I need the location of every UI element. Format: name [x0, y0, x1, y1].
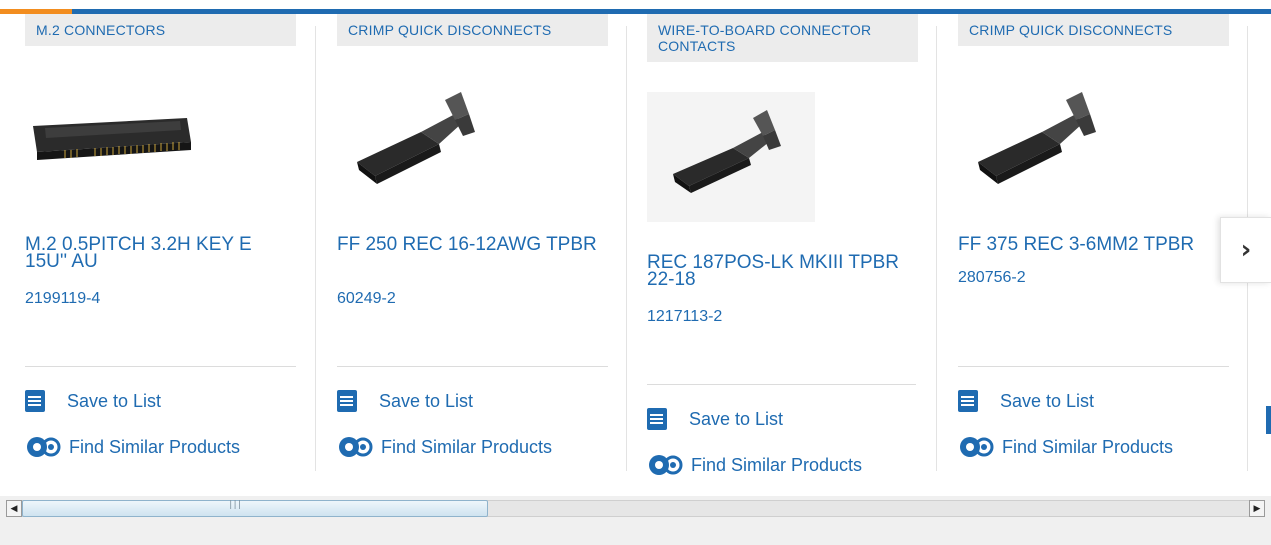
list-icon: [647, 408, 667, 430]
find-similar-button[interactable]: Find Similar Products: [337, 434, 552, 460]
category-tag[interactable]: CRIMP QUICK DISCONNECTS: [958, 14, 1229, 46]
card-divider: [647, 384, 916, 385]
top-accent-bar: [0, 0, 1271, 14]
card-separator: [626, 26, 627, 471]
find-similar-label: Find Similar Products: [1002, 436, 1174, 457]
crimp-terminal-image[interactable]: [958, 84, 1158, 214]
card-separator: [315, 26, 316, 471]
product-carousel: M.2 CONNECTORS M.2 0.5PITCH 3.2H KEY E 1…: [0, 14, 1271, 496]
m2-connector-image[interactable]: [25, 98, 225, 228]
product-name-link[interactable]: REC 187POS-LK MKIII TPBR 22-18: [647, 253, 919, 289]
category-tag[interactable]: M.2 CONNECTORS: [25, 14, 296, 46]
list-icon: [25, 390, 45, 412]
scroll-right-arrow-icon[interactable]: ▶: [1249, 500, 1265, 517]
save-to-list-label: Save to List: [67, 390, 162, 411]
gears-icon: [960, 437, 994, 457]
save-to-list-button[interactable]: Save to List: [25, 390, 161, 412]
save-to-list-button[interactable]: Save to List: [337, 390, 473, 412]
save-to-list-label: Save to List: [1000, 390, 1095, 411]
product-card: M.2 CONNECTORS M.2 0.5PITCH 3.2H KEY E 1…: [25, 14, 316, 496]
category-tag[interactable]: WIRE-TO-BOARD CONNECTOR CONTACTS: [647, 14, 918, 62]
category-tag[interactable]: CRIMP QUICK DISCONNECTS: [337, 14, 608, 46]
product-card: CRIMP QUICK DISCONNECTS FF 250 REC 16-12…: [337, 14, 627, 496]
horizontal-scrollbar[interactable]: ||| ◀ ▶: [0, 496, 1271, 522]
crimp-terminal-image[interactable]: [337, 84, 537, 214]
find-similar-label: Find Similar Products: [69, 436, 241, 457]
card-divider: [25, 366, 296, 367]
product-name-link[interactable]: FF 250 REC 16-12AWG TPBR: [337, 235, 609, 254]
gears-icon: [649, 455, 683, 475]
product-name-link[interactable]: M.2 0.5PITCH 3.2H KEY E 15U'' AU: [25, 235, 297, 271]
find-similar-button[interactable]: Find Similar Products: [958, 434, 1173, 460]
product-card: WIRE-TO-BOARD CONNECTOR CONTACTS REC 187…: [647, 14, 937, 496]
card-separator: [936, 26, 937, 471]
list-icon: [337, 390, 357, 412]
product-card: CRIMP QUICK DISCONNECTS FF 375 REC 3-6MM…: [958, 14, 1248, 496]
save-to-list-label: Save to List: [379, 390, 474, 411]
part-number-link[interactable]: 280756-2: [958, 269, 1026, 287]
card-divider: [958, 366, 1229, 367]
find-similar-label: Find Similar Products: [381, 436, 553, 457]
save-to-list-button[interactable]: Save to List: [647, 408, 783, 430]
find-similar-button[interactable]: Find Similar Products: [25, 434, 240, 460]
save-to-list-label: Save to List: [689, 408, 784, 429]
product-name-link[interactable]: FF 375 REC 3-6MM2 TPBR: [958, 235, 1230, 254]
carousel-next-button[interactable]: ›: [1220, 217, 1271, 283]
gears-icon: [339, 437, 373, 457]
scroll-left-arrow-icon[interactable]: ◀: [6, 500, 22, 517]
gears-icon: [27, 437, 61, 457]
card-divider: [337, 366, 608, 367]
scrollbar-thumb[interactable]: [22, 500, 488, 517]
crimp-terminal-image[interactable]: [647, 92, 815, 222]
save-to-list-button[interactable]: Save to List: [958, 390, 1094, 412]
find-similar-button[interactable]: Find Similar Products: [647, 452, 862, 478]
list-icon: [958, 390, 978, 412]
find-similar-label: Find Similar Products: [691, 454, 863, 475]
part-number-link[interactable]: 60249-2: [337, 290, 396, 308]
list-icon-partial: [1266, 406, 1271, 434]
chevron-right-icon: ›: [1240, 235, 1252, 265]
scrollbar-grip-icon: |||: [228, 500, 242, 510]
part-number-link[interactable]: 1217113-2: [647, 308, 722, 326]
part-number-link[interactable]: 2199119-4: [25, 290, 100, 308]
